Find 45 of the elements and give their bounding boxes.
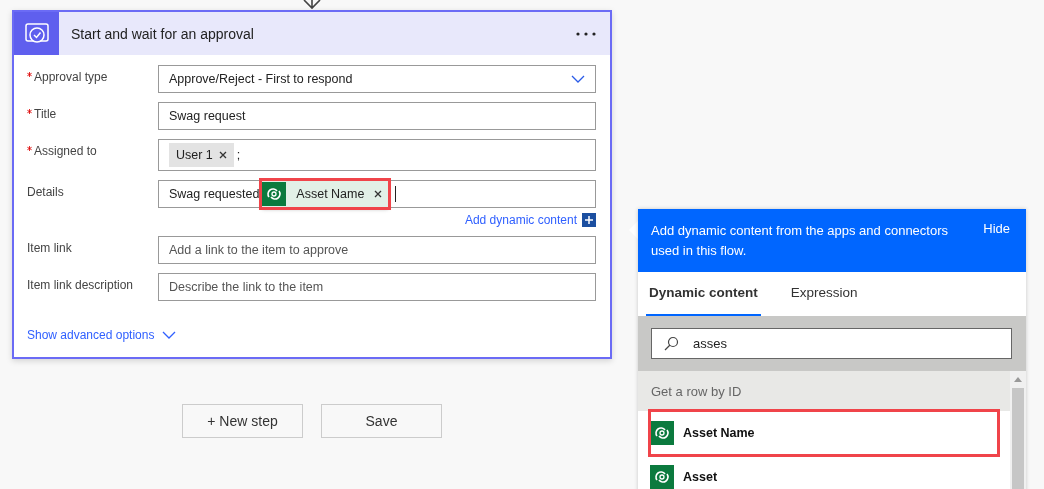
required-icon: [27, 146, 32, 151]
group-header: Get a row by ID: [638, 371, 1010, 411]
add-icon[interactable]: [582, 213, 596, 227]
panel-tab[interactable]: Expression: [787, 271, 861, 316]
show-advanced-options-link[interactable]: Show advanced options: [27, 328, 177, 342]
chevron-down-icon: [162, 331, 177, 339]
field-label: Approval type: [27, 65, 158, 84]
input-field[interactable]: Add a link to the item to approve: [158, 236, 596, 264]
field-text: Swag request: [169, 109, 246, 123]
panel-message: Add dynamic content from the apps and connectors used in this flow.: [651, 222, 949, 260]
field-text: Approve/Reject - First to respond: [169, 72, 353, 86]
dynamic-token[interactable]: Asset Name: [262, 181, 389, 207]
search-icon: [664, 335, 679, 351]
field-label: Assigned to: [27, 139, 158, 158]
action-button[interactable]: + New step: [182, 404, 303, 438]
field-label: Item link description: [27, 277, 135, 292]
connector-arrow-icon: [303, 0, 321, 10]
dataverse-icon: [262, 182, 287, 206]
action-button[interactable]: Save: [321, 404, 442, 438]
input-field[interactable]: User 1 ;: [158, 139, 596, 171]
person-token[interactable]: User 1: [169, 143, 234, 167]
required-icon: [27, 72, 32, 77]
dataverse-icon: [650, 420, 674, 445]
field-text: ;: [236, 148, 241, 162]
input-field[interactable]: Describe the link to the item: [158, 273, 596, 301]
input-field[interactable]: Swag requested Asset Name: [158, 180, 596, 208]
field-label: Item link: [27, 240, 73, 255]
chevron-down-icon: [571, 75, 585, 83]
add-dynamic-content-link[interactable]: Add dynamic content: [464, 213, 577, 227]
dynamic-content-item[interactable]: Asset: [650, 455, 998, 489]
scroll-thumb[interactable]: [1012, 388, 1024, 489]
dropdown-field[interactable]: Approve/Reject - First to respond: [158, 65, 596, 93]
card-title: Start and wait for an approval: [71, 25, 255, 42]
input-field[interactable]: Swag request: [158, 102, 596, 130]
required-icon: [27, 109, 32, 114]
more-icon[interactable]: [576, 31, 596, 36]
field-label: Title: [27, 102, 158, 121]
hide-link[interactable]: Hide: [983, 221, 1010, 272]
remove-icon[interactable]: [218, 151, 227, 159]
search-field[interactable]: asses: [651, 327, 1012, 359]
field-text: Swag requested: [169, 187, 260, 201]
field-label: Details: [27, 184, 65, 199]
remove-icon[interactable]: [374, 190, 383, 198]
dynamic-content-item[interactable]: Asset Name: [650, 411, 998, 455]
scrollbar[interactable]: [1010, 371, 1026, 489]
